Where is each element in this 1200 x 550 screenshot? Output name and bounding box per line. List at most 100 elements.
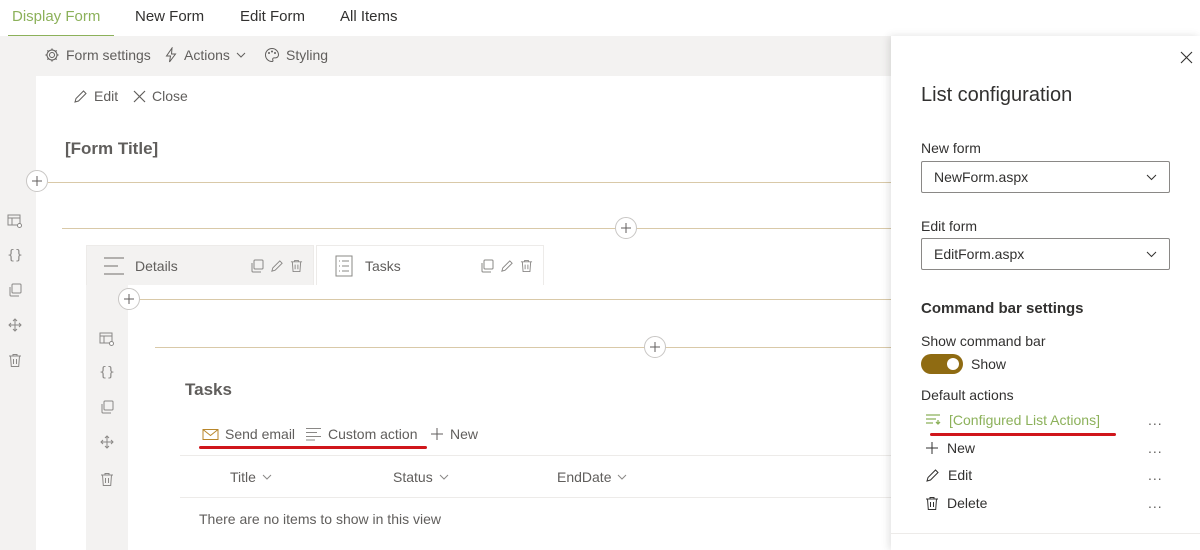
more-options-button[interactable]: ... [1148,412,1163,428]
code-braces-icon[interactable]: {} [4,244,26,266]
column-header-status-label: Status [393,469,433,485]
copy-icon[interactable] [96,396,118,418]
action-edit[interactable]: Edit [925,467,972,483]
more-options-button[interactable]: ... [1148,495,1163,511]
plus-icon [31,175,43,187]
more-options-button[interactable]: ... [1148,467,1163,483]
tab-details[interactable]: Details [86,245,314,285]
plus-icon [649,341,661,353]
send-email-command[interactable]: Send email [202,426,295,442]
new-item-command[interactable]: New [430,426,478,442]
container-settings-icon[interactable] [96,328,118,350]
show-command-bar-label: Show command bar [921,333,1046,349]
close-command[interactable]: Close [133,88,188,104]
plus-icon [123,293,135,305]
section-divider [48,182,891,183]
column-header-status[interactable]: Status [393,469,449,485]
form-settings-button[interactable]: Form settings [44,47,151,63]
list-icon [335,255,353,277]
column-header-title[interactable]: Title [230,469,272,485]
copy-icon[interactable] [480,259,494,273]
gear-icon [44,47,60,63]
trash-icon[interactable] [4,349,26,371]
command-bar-settings-heading: Command bar settings [921,300,1084,317]
trash-icon[interactable] [520,259,533,273]
edit-command[interactable]: Edit [73,88,118,104]
action-configured-list[interactable]: [Configured List Actions] [925,412,1100,428]
chevron-down-icon [1146,250,1157,258]
tab-new-form[interactable]: New Form [135,8,204,25]
chevron-down-icon [1146,173,1157,181]
tab-details-label: Details [135,257,178,274]
move-icon[interactable] [4,314,26,336]
annotation-underline [199,446,427,449]
tab-display-form[interactable]: Display Form [12,8,100,25]
add-row-button[interactable] [26,170,48,192]
column-header-enddate-label: EndDate [557,469,612,485]
toggle-switch[interactable] [921,354,963,374]
toggle-state-label: Show [971,356,1007,372]
empty-list-message: There are no items to show in this view [199,511,441,527]
plus-icon [925,441,939,455]
default-actions-label: Default actions [921,387,1014,403]
toggle-knob [947,358,959,370]
chevron-down-icon [262,473,272,481]
mail-icon [202,428,219,441]
chevron-down-icon [236,51,246,59]
pencil-icon[interactable] [500,259,514,273]
edit-command-label: Edit [94,88,119,104]
tab-all-items[interactable]: All Items [340,8,398,25]
add-row-tab-button[interactable] [118,288,140,310]
chevron-down-icon [617,473,627,481]
tab-edit-form[interactable]: Edit Form [240,8,305,25]
panel-title: List configuration [921,84,1073,106]
new-form-label: New form [921,140,981,156]
panel-header-bg [891,0,1200,36]
action-new[interactable]: New [925,440,975,456]
copy-icon[interactable] [250,259,264,273]
container-settings-icon[interactable] [4,210,26,232]
action-delete-label: Delete [947,495,988,511]
annotation-underline [930,433,1116,436]
plus-icon [620,222,632,234]
edit-form-value: EditForm.aspx [934,246,1025,262]
new-form-dropdown[interactable]: NewForm.aspx [921,161,1170,193]
lines-icon [305,427,322,441]
code-braces-icon[interactable]: {} [96,361,118,383]
form-title: [Form Title] [65,139,159,158]
send-email-label: Send email [225,426,296,442]
configured-list-icon [925,413,941,427]
action-delete[interactable]: Delete [925,495,987,511]
edit-form-label: Edit form [921,218,978,234]
lightning-icon [164,47,178,63]
pencil-icon[interactable] [270,259,284,273]
actions-button[interactable]: Actions [164,47,246,63]
plus-icon [430,427,444,441]
pencil-icon [73,89,88,104]
more-options-button[interactable]: ... [1148,440,1163,456]
custom-action-command[interactable]: Custom action [305,426,417,442]
trash-icon[interactable] [290,259,303,273]
copy-icon[interactable] [4,279,26,301]
column-header-title-label: Title [230,469,256,485]
column-header-enddate[interactable]: EndDate [557,469,627,485]
trash-icon [925,496,939,511]
move-icon[interactable] [96,431,118,453]
actions-label: Actions [184,47,230,63]
chevron-down-icon [439,473,449,481]
add-row-center-button[interactable] [615,217,637,239]
add-row-tab-center-button[interactable] [644,336,666,358]
edit-form-dropdown[interactable]: EditForm.aspx [921,238,1170,270]
tab-grid-divider [155,347,891,348]
lines-icon [103,256,125,276]
list-header-divider-top [180,455,891,456]
styling-button[interactable]: Styling [264,47,328,63]
tab-tasks-label: Tasks [365,257,401,274]
new-item-label: New [450,426,479,442]
trash-icon[interactable] [96,468,118,490]
tab-tasks[interactable]: Tasks [316,245,544,285]
form-settings-label: Form settings [66,47,151,63]
show-command-bar-toggle[interactable]: Show [921,354,1006,374]
grid-divider [62,228,891,229]
close-panel-button[interactable] [1180,51,1193,64]
